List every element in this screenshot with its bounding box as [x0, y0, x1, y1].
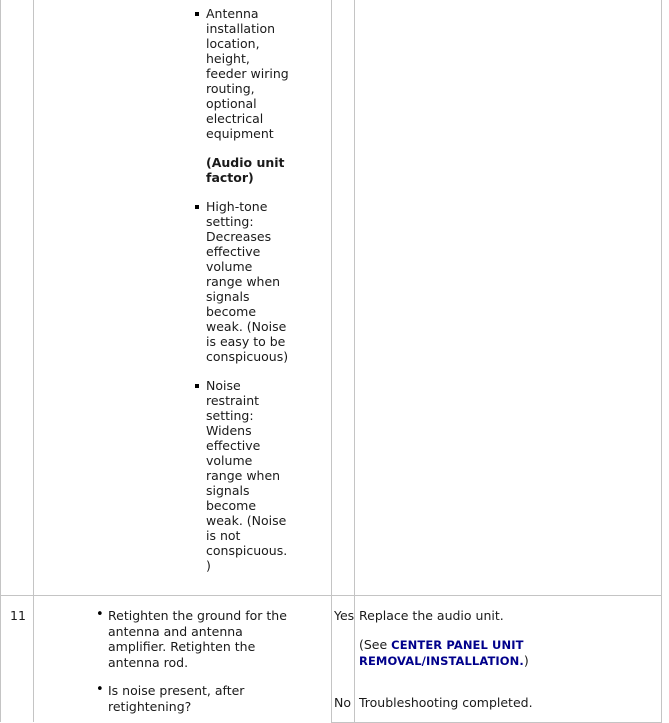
- bullet-list-wrapper: Retighten the ground for the antenna and…: [96, 602, 326, 714]
- cell-action-yes: Replace the audio unit. (See CENTER PANE…: [354, 595, 662, 683]
- answer-label-no: No: [334, 694, 351, 710]
- table-row-continued: Antenna installation location, height, f…: [0, 0, 662, 596]
- reference-suffix: ): [523, 653, 529, 668]
- list-item: Is noise present, after retightening?: [96, 682, 298, 714]
- audio-unit-factor-heading: (Audio unit factor): [206, 155, 285, 185]
- list-item: Retighten the ground for the antenna and…: [96, 607, 298, 670]
- answer-label-yes: Yes: [334, 608, 355, 623]
- inspection-content: Retighten the ground for the antenna and…: [34, 596, 331, 722]
- sub-bullet-list-antenna: Antenna installation location, height, f…: [195, 6, 326, 141]
- troubleshooting-table: Antenna installation location, height, f…: [0, 0, 662, 723]
- action-text-no: Troubleshooting completed.: [359, 694, 533, 710]
- list-item: Noise restraint setting: Widens effectiv…: [195, 378, 291, 573]
- step-number-11: 11: [10, 608, 26, 623]
- action-content-yes: Replace the audio unit. (See CENTER PANE…: [355, 596, 661, 680]
- list-item: Antenna installation location, height, f…: [195, 6, 291, 141]
- sub-bullet-list-audio-unit: High-tone setting: Decreases effective v…: [195, 199, 326, 573]
- cell-step-number: 11: [0, 595, 34, 722]
- cell-answer-yes: Yes: [331, 595, 355, 683]
- cell-answer-no: No: [331, 682, 355, 723]
- cell-answer-continued: [331, 0, 355, 596]
- table-row: 11 Retighten the ground for the antenna …: [0, 595, 662, 722]
- reference-prefix: (See: [359, 636, 392, 652]
- nested-bullet-list-wrapper: Antenna installation location, height, f…: [195, 6, 326, 573]
- list-item: High-tone setting: Decreases effective v…: [195, 199, 291, 364]
- cell-action-no: Troubleshooting completed.: [354, 682, 662, 723]
- cell-step-number-continued: [0, 0, 34, 596]
- reference-note: (See CENTER PANEL UNIT REMOVAL/INSTALLAT…: [359, 637, 569, 670]
- cell-inspection: Retighten the ground for the antenna and…: [33, 595, 332, 722]
- inspection-bullet-list: Retighten the ground for the antenna and…: [96, 607, 326, 714]
- action-content-no: Troubleshooting completed.: [355, 683, 661, 721]
- cell-action-continued: [354, 0, 662, 596]
- inspection-content-continued: Antenna installation location, height, f…: [34, 0, 331, 595]
- cell-inspection-continued: Antenna installation location, height, f…: [33, 0, 332, 596]
- action-text-yes: Replace the audio unit.: [359, 608, 504, 623]
